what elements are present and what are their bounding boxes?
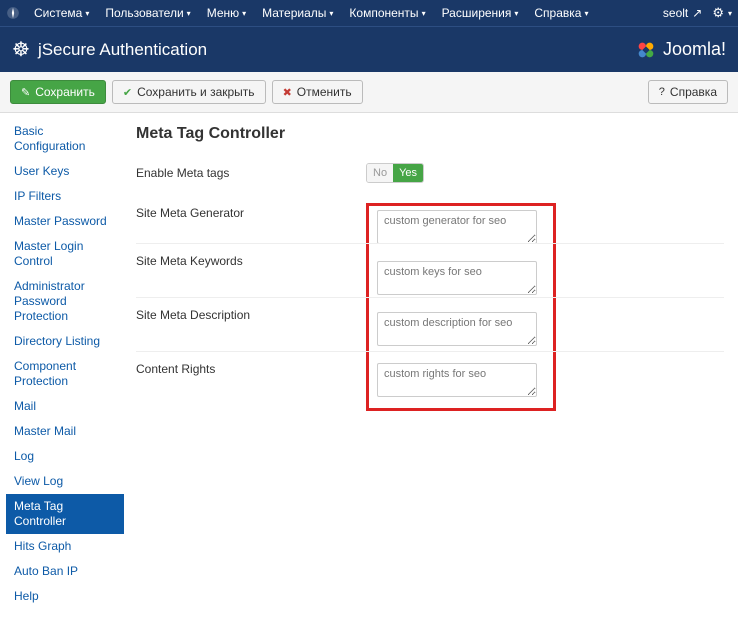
gear-icon: ⚙ <box>712 5 724 21</box>
joomla-brand-text: Joomla! <box>663 39 726 60</box>
component-icon: ☸ <box>12 37 30 62</box>
main-layout: Basic Configuration User Keys IP Filters… <box>0 113 738 619</box>
sidebar-item-admin-password-protection[interactable]: Administrator Password Protection <box>6 274 124 329</box>
sidebar-item-log[interactable]: Log <box>6 444 124 469</box>
label-description: Site Meta Description <box>136 305 366 322</box>
sidebar-item-hits-graph[interactable]: Hits Graph <box>6 534 124 559</box>
label-rights: Content Rights <box>136 359 366 376</box>
top-menubar: Система ▾ Пользователи ▾ Меню ▾ Материал… <box>0 0 738 26</box>
chevron-down-icon: ▾ <box>514 9 518 18</box>
menu-menu[interactable]: Меню ▾ <box>201 2 252 24</box>
title-bar: ☸ jSecure Authentication Joomla! <box>0 26 738 72</box>
chevron-down-icon: ▾ <box>728 9 732 18</box>
label-enable-meta: Enable Meta tags <box>136 163 366 180</box>
sidebar-item-mail[interactable]: Mail <box>6 394 124 419</box>
menu-system[interactable]: Система ▾ <box>28 2 95 24</box>
enable-meta-yes[interactable]: Yes <box>393 164 423 182</box>
label-generator: Site Meta Generator <box>136 203 366 220</box>
row-enable-meta: Enable Meta tags No Yes <box>136 153 724 193</box>
sidebar-item-master-login-control[interactable]: Master Login Control <box>6 234 124 274</box>
chevron-down-icon: ▾ <box>584 9 588 18</box>
chevron-down-icon: ▾ <box>329 9 333 18</box>
save-button[interactable]: ✎Сохранить <box>10 80 106 104</box>
external-link-icon: ↗ <box>692 6 702 20</box>
sidebar-item-ip-filters[interactable]: IP Filters <box>6 184 124 209</box>
settings-dropdown[interactable]: ⚙ ▾ <box>712 5 732 21</box>
content-area: Meta Tag Controller Enable Meta tags No … <box>124 113 738 619</box>
joomla-brand: Joomla! <box>635 39 726 61</box>
action-toolbar: ✎Сохранить ✔Сохранить и закрыть ✖Отменит… <box>0 72 738 113</box>
chevron-down-icon: ▾ <box>187 9 191 18</box>
top-right: seolt ↗ ⚙ ▾ <box>663 5 732 21</box>
joomla-logo-icon <box>635 39 657 61</box>
enable-meta-toggle[interactable]: No Yes <box>366 163 424 183</box>
chevron-down-icon: ▾ <box>85 9 89 18</box>
sidebar-item-user-keys[interactable]: User Keys <box>6 159 124 184</box>
menu-components[interactable]: Компоненты ▾ <box>343 2 431 24</box>
site-link[interactable]: seolt ↗ <box>663 6 702 20</box>
input-keywords[interactable] <box>377 261 537 295</box>
highlight-annotation <box>366 203 556 411</box>
sidebar-item-master-password[interactable]: Master Password <box>6 209 124 234</box>
save-close-button[interactable]: ✔Сохранить и закрыть <box>112 80 266 104</box>
sidebar-item-directory-listing[interactable]: Directory Listing <box>6 329 124 354</box>
input-rights[interactable] <box>377 363 537 397</box>
menu-help[interactable]: Справка ▾ <box>528 2 594 24</box>
apply-icon: ✎ <box>21 86 30 99</box>
menu-users[interactable]: Пользователи ▾ <box>99 2 196 24</box>
cancel-icon: ✖ <box>283 86 292 99</box>
label-keywords: Site Meta Keywords <box>136 251 366 268</box>
menu-extensions[interactable]: Расширения ▾ <box>436 2 525 24</box>
help-button[interactable]: ?Справка <box>648 80 728 104</box>
input-generator[interactable] <box>377 210 537 244</box>
sidebar: Basic Configuration User Keys IP Filters… <box>0 113 124 619</box>
sidebar-item-auto-ban-ip[interactable]: Auto Ban IP <box>6 559 124 584</box>
sidebar-item-master-mail[interactable]: Master Mail <box>6 419 124 444</box>
chevron-down-icon: ▾ <box>242 9 246 18</box>
page-component-title: jSecure Authentication <box>38 40 635 60</box>
cancel-button[interactable]: ✖Отменить <box>272 80 363 104</box>
page-heading: Meta Tag Controller <box>136 125 724 143</box>
sidebar-item-meta-tag-controller[interactable]: Meta Tag Controller <box>6 494 124 534</box>
top-menu: Система ▾ Пользователи ▾ Меню ▾ Материал… <box>28 2 663 24</box>
input-description[interactable] <box>377 312 537 346</box>
help-icon: ? <box>659 86 665 98</box>
sidebar-item-view-log[interactable]: View Log <box>6 469 124 494</box>
chevron-down-icon: ▾ <box>422 9 426 18</box>
enable-meta-no[interactable]: No <box>367 164 393 182</box>
joomla-icon <box>6 6 20 20</box>
sidebar-item-component-protection[interactable]: Component Protection <box>6 354 124 394</box>
sidebar-item-help[interactable]: Help <box>6 584 124 609</box>
sidebar-item-basic-configuration[interactable]: Basic Configuration <box>6 119 124 159</box>
menu-content[interactable]: Материалы ▾ <box>256 2 339 24</box>
check-icon: ✔ <box>123 86 132 99</box>
